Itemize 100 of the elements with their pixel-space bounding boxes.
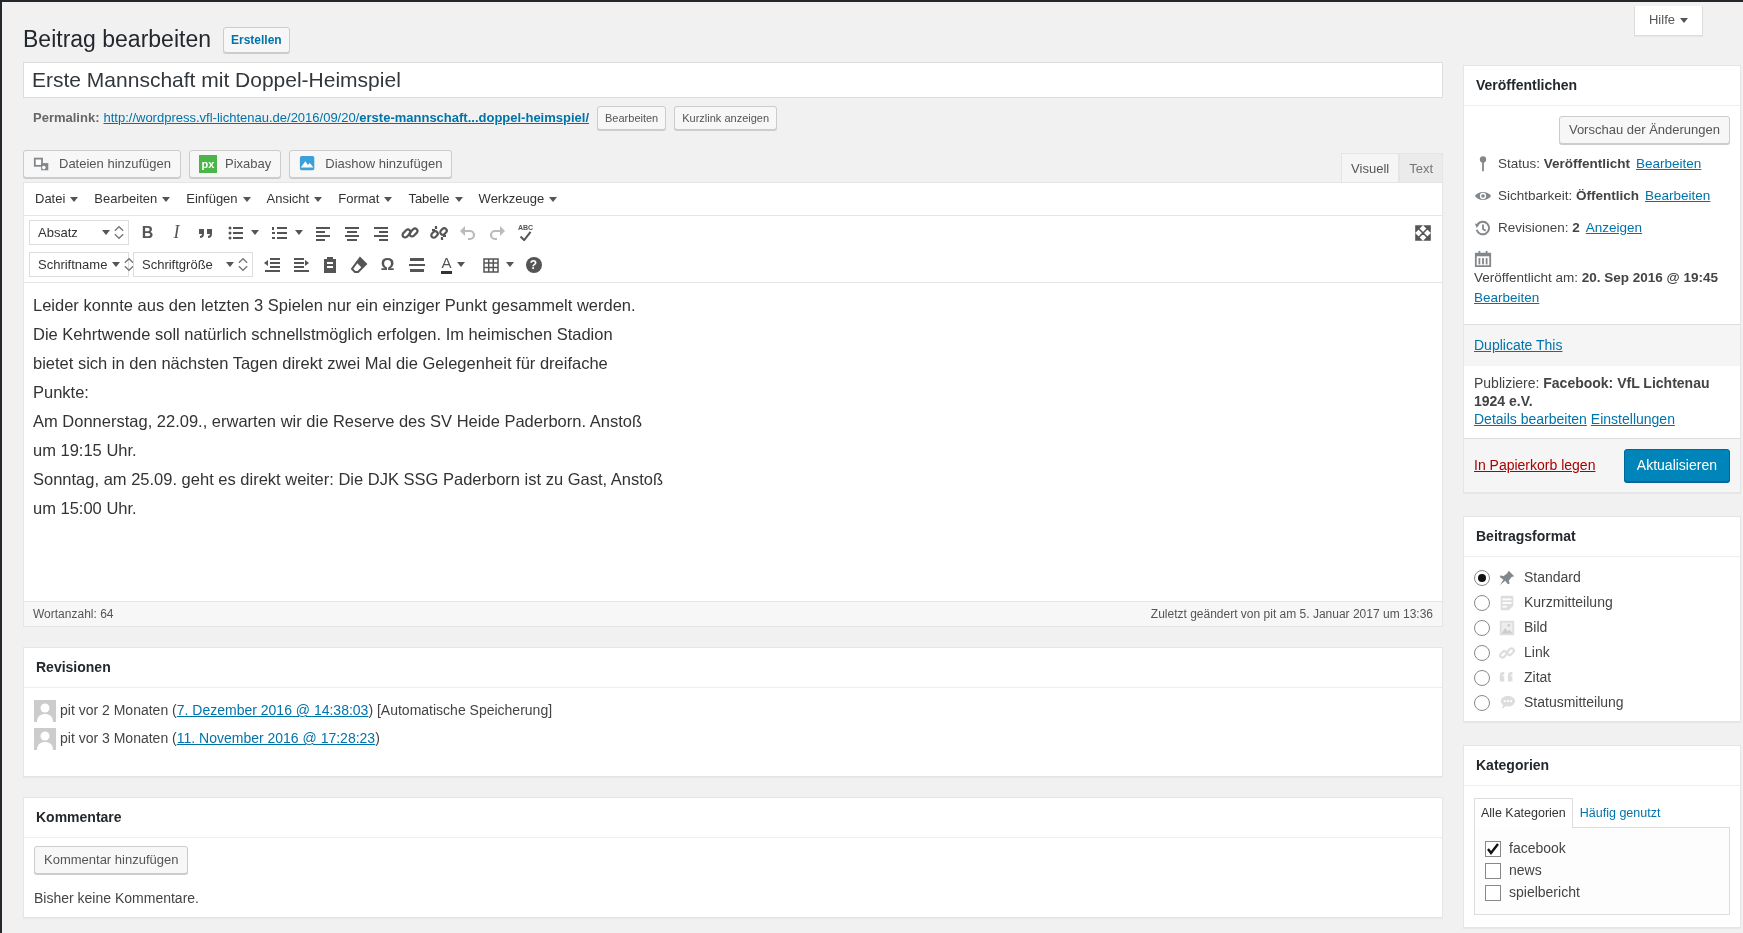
image-icon	[1498, 618, 1516, 637]
category-label: spielbericht	[1509, 883, 1580, 903]
duplicate-link[interactable]: Duplicate This	[1474, 337, 1563, 353]
checkbox[interactable]	[1485, 840, 1501, 857]
last-edited-text: Zuletzt geändert von pit am 5. Januar 2017 um 13:36	[1150, 605, 1433, 623]
panel-title: Kategorien	[1476, 756, 1550, 775]
title-field[interactable]: Erste Mannschaft mit Doppel-Heimspiel	[23, 61, 1443, 98]
panel-title: Veröffentlichen	[1476, 76, 1578, 95]
check-icon	[518, 231, 533, 242]
caret-icon	[70, 196, 79, 202]
caret-icon	[384, 196, 393, 202]
category-label: news	[1509, 861, 1542, 881]
media-button[interactable]: Diashow hinzufügen	[289, 149, 453, 178]
update-button[interactable]: Aktualisieren	[1623, 449, 1730, 482]
menu-item[interactable]: Datei	[27, 183, 87, 214]
settings-link[interactable]: Einstellungen	[1590, 410, 1675, 428]
revision-text: pit vor 3 Monaten (11. November 2016 @ 17:28:23)	[60, 729, 380, 749]
meta-text: Sichtbarkeit: Öffentlich	[1498, 187, 1640, 205]
edit-link[interactable]: Anzeigen	[1585, 218, 1643, 238]
radio-button[interactable]	[1474, 669, 1490, 686]
shortlink-button[interactable]: Kurzlink anzeigen	[674, 105, 778, 130]
history-icon	[1474, 219, 1492, 237]
text-line: Sonntag, am 25.09. geht es direkt weiter: Die DJK SSG Paderborn ist zu Gast, Anstoß	[33, 468, 665, 490]
caret-icon	[454, 196, 463, 202]
panel-title: Kommentare	[36, 807, 122, 827]
permalink-link[interactable]: http://wordpress.vfl-lichtenau.de/2016/09/20/erste-mannschaft...doppel-heimspiel/	[103, 107, 590, 128]
add-new-button[interactable]: Erstellen	[222, 26, 290, 53]
logo-icon: px	[199, 154, 218, 173]
revision-link[interactable]: 11. November 2016 @ 17:28:23	[176, 730, 376, 747]
category-label: facebook	[1509, 839, 1566, 859]
edit-link[interactable]: Bearbeiten	[1474, 288, 1540, 308]
text-line: Die Kehrtwende soll natürlich schnellstmöglich erfolgen. Im heimischen Stadion	[33, 323, 614, 345]
revision-link[interactable]: 7. Dezember 2016 @ 14:38:03	[176, 702, 369, 719]
pin-icon	[1498, 568, 1516, 587]
caret-icon	[1680, 18, 1688, 24]
revision-text: pit vor 2 Monaten (7. Dezember 2016 @ 14:38:03) [Automatische Speicherung]	[60, 701, 553, 721]
editor-tab[interactable]: Visuell	[1341, 152, 1400, 182]
permalink-label: Permalink:	[33, 108, 100, 127]
menu-item[interactable]: Einfügen	[178, 183, 259, 214]
italic-button[interactable]: I	[162, 219, 191, 246]
caret-icon	[294, 230, 303, 236]
caret-icon	[242, 196, 251, 202]
editor-tab[interactable]: Text	[1399, 152, 1443, 182]
radio-button[interactable]	[1474, 644, 1490, 661]
category-tab[interactable]: Häufig genutzt	[1572, 798, 1668, 828]
preview-button[interactable]: Vorschau der Änderungen	[1558, 116, 1730, 144]
radio-button[interactable]	[1474, 694, 1490, 711]
caret-icon	[250, 230, 259, 236]
format-label: Standard	[1524, 568, 1581, 587]
menu-item[interactable]: Tabelle	[400, 183, 471, 214]
special-character-button[interactable]: Ω	[373, 251, 402, 278]
meta-text: Revisionen: 2	[1498, 219, 1580, 237]
format-label: Kurzmitteilung	[1524, 593, 1613, 612]
text-line: um 15:00 Uhr.	[33, 497, 138, 519]
spinner-icon	[238, 257, 248, 273]
help-tab[interactable]: Hilfe	[1634, 6, 1703, 36]
note-icon	[1498, 593, 1516, 612]
avatar	[34, 727, 56, 750]
avatar	[34, 699, 56, 722]
menu-item[interactable]: Format	[330, 183, 401, 214]
text-line: um 19:15 Uhr.	[33, 439, 138, 461]
speech-bubble-icon	[1498, 693, 1516, 712]
panel-title: Revisionen	[36, 657, 111, 677]
menu-item[interactable]: Bearbeiten	[86, 183, 179, 214]
checkbox[interactable]	[1485, 884, 1501, 901]
category-tab[interactable]: Alle Kategorien	[1474, 798, 1573, 828]
text-color-button[interactable]: A	[431, 251, 475, 278]
caret-icon	[102, 230, 110, 236]
menu-item[interactable]: Werkzeuge	[470, 183, 566, 214]
spinner-icon	[114, 225, 124, 241]
radio-button[interactable]	[1474, 569, 1490, 586]
word-count: Wortanzahl: 64	[33, 605, 114, 623]
trash-link[interactable]: In Papierkorb legen	[1474, 455, 1596, 476]
format-label: Zitat	[1524, 668, 1552, 687]
edit-link[interactable]: Bearbeiten	[1645, 186, 1711, 206]
select-field[interactable]: Schriftgröße	[133, 252, 253, 278]
text-line: Leider konnte aus den letzten 3 Spielen nur ein einziger Punkt gesammelt werden.	[33, 294, 637, 316]
format-label: Statusmitteilung	[1524, 693, 1624, 712]
media-button[interactable]: Dateien hinzufügen	[23, 149, 182, 178]
panel-title: Beitragsformat	[1476, 527, 1576, 546]
media-button[interactable]: px Pixabay	[189, 149, 282, 178]
edit-button[interactable]: Bearbeiten	[597, 105, 667, 130]
settings-link[interactable]: Details bearbeiten	[1474, 410, 1587, 428]
radio-button[interactable]	[1474, 594, 1490, 611]
caret-icon	[456, 262, 465, 268]
edit-link[interactable]: Bearbeiten	[1636, 154, 1702, 174]
publicize-text: Publiziere: Facebook: VfL Lichtenau 1924 e.V.	[1474, 374, 1711, 410]
help-button[interactable]: ?	[519, 251, 548, 278]
menu-item[interactable]: Ansicht	[258, 183, 331, 214]
text-line: Am Donnerstag, 22.09., erwarten wir die Reserve des SV Heide Paderborn. Anstoß	[33, 410, 643, 432]
add-comment-button[interactable]: Kommentar hinzufügen	[34, 845, 189, 874]
spinner-icon	[124, 257, 135, 273]
caret-icon	[314, 196, 323, 202]
bold-button[interactable]: B	[133, 219, 162, 246]
select-field[interactable]: Absatz	[29, 220, 129, 246]
checkbox[interactable]	[1485, 862, 1501, 879]
meta-text: Status: Veröffentlicht	[1498, 155, 1631, 173]
caret-icon	[505, 262, 514, 268]
caret-icon	[112, 262, 121, 268]
radio-button[interactable]	[1474, 619, 1490, 636]
